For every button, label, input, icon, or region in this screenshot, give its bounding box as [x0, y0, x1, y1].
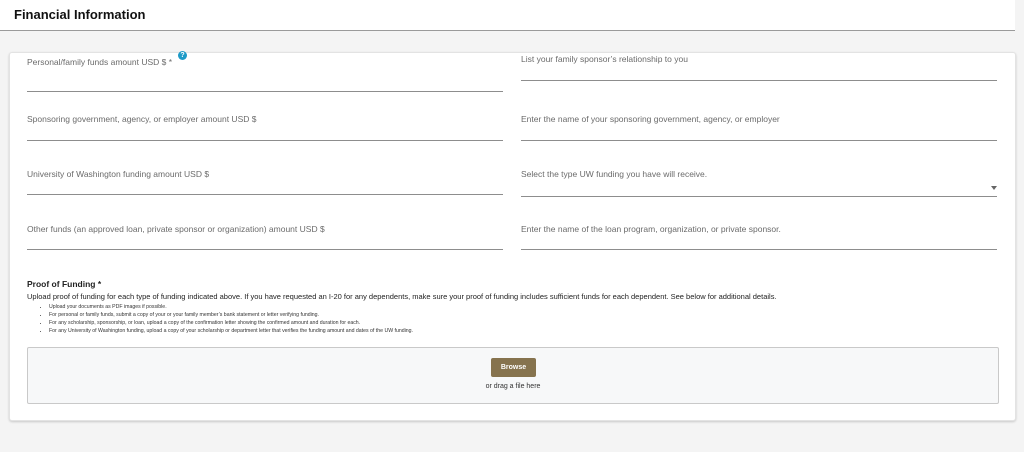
browse-button[interactable]: Browse [491, 358, 536, 377]
uw-funding-type-select[interactable]: Select the type UW funding you have will… [521, 169, 997, 197]
drag-file-text: or drag a file here [485, 383, 541, 390]
list-item: For personal or family funds, submit a c… [49, 311, 1012, 319]
sponsor-relationship-field[interactable]: List your family sponsor’s relationship … [521, 54, 997, 81]
personal-funds-field[interactable]: Personal/family funds amount USD $ * ? [27, 51, 503, 92]
financial-form-card: Personal/family funds amount USD $ * ? L… [9, 51, 1016, 421]
list-item: Upload your documents as PDF images if p… [49, 303, 1012, 311]
proof-title: Proof of Funding * [27, 279, 102, 289]
gov-funds-field[interactable]: Sponsoring government, agency, or employ… [27, 114, 503, 141]
proof-of-funding-section: Proof of Funding * Upload proof of fundi… [27, 279, 1012, 335]
other-funds-label: Other funds (an approved loan, private s… [27, 224, 325, 234]
chevron-down-icon[interactable] [991, 186, 997, 190]
proof-description: Upload proof of funding for each type of… [27, 292, 777, 301]
other-name-field[interactable]: Enter the name of the loan program, orga… [521, 224, 997, 250]
gov-name-label: Enter the name of your sponsoring govern… [521, 114, 780, 124]
other-funds-field[interactable]: Other funds (an approved loan, private s… [27, 224, 503, 250]
uw-funds-label: University of Washington funding amount … [27, 169, 210, 179]
page-title: Financial Information [14, 7, 146, 22]
help-icon[interactable]: ? [178, 51, 187, 60]
proof-instructions-list: Upload your documents as PDF images if p… [27, 303, 1012, 335]
list-item: For any scholarship, sponsorship, or loa… [49, 319, 1012, 327]
other-name-label: Enter the name of the loan program, orga… [521, 224, 781, 234]
gov-funds-label: Sponsoring government, agency, or employ… [27, 114, 257, 124]
personal-funds-label: Personal/family funds amount USD $ * [27, 57, 173, 67]
uw-funding-type-label: Select the type UW funding you have will… [521, 169, 708, 179]
list-item: For any University of Washington funding… [49, 327, 1012, 335]
sponsor-relationship-label: List your family sponsor’s relationship … [521, 54, 688, 64]
file-dropzone[interactable]: Browse or drag a file here [27, 347, 999, 404]
gov-name-field[interactable]: Enter the name of your sponsoring govern… [521, 114, 997, 141]
section-header: Financial Information [0, 0, 1015, 31]
uw-funds-field[interactable]: University of Washington funding amount … [27, 169, 503, 195]
